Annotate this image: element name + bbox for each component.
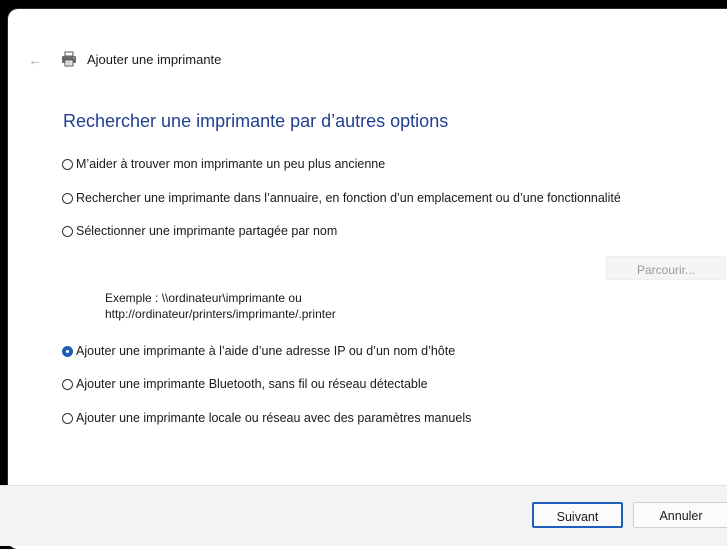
- option-bluetooth-wireless[interactable]: Ajouter une imprimante Bluetooth, sans f…: [62, 375, 428, 393]
- option-ip-address[interactable]: Ajouter une imprimante à l’aide d’une ad…: [62, 342, 455, 360]
- radio-shared-by-name[interactable]: [62, 225, 73, 237]
- option-label: Ajouter une imprimante locale ou réseau …: [76, 411, 472, 425]
- page-heading: Rechercher une imprimante par d’autres o…: [63, 111, 449, 131]
- radio-ip-address[interactable]: [62, 345, 73, 357]
- next-button[interactable]: Suivant: [532, 502, 623, 528]
- dialog-header: ← Ajouter une imprimante: [8, 49, 727, 73]
- example-line-1: Exemple : \\ordinateur\imprimante ou: [105, 291, 302, 305]
- radio-older-printer[interactable]: [62, 158, 73, 170]
- browse-button[interactable]: Parcourir...: [606, 256, 726, 280]
- radio-bluetooth-wireless[interactable]: [62, 378, 73, 390]
- window-title: Ajouter une imprimante: [87, 52, 222, 67]
- radio-search-directory[interactable]: [62, 192, 73, 204]
- option-older-printer[interactable]: M’aider à trouver mon imprimante un peu …: [62, 155, 385, 173]
- option-label: Ajouter une imprimante Bluetooth, sans f…: [76, 377, 428, 391]
- example-text: Exemple : \\ordinateur\imprimante ou htt…: [105, 290, 336, 322]
- radio-local-manual[interactable]: [62, 412, 73, 424]
- option-label: Ajouter une imprimante à l’aide d’une ad…: [76, 344, 456, 358]
- option-label: M’aider à trouver mon imprimante un peu …: [76, 157, 386, 171]
- option-label: Sélectionner une imprimante partagée par…: [76, 224, 338, 238]
- printer-icon: [62, 51, 76, 67]
- option-search-directory[interactable]: Rechercher une imprimante dans l’annuair…: [62, 189, 621, 207]
- arrow-left-icon[interactable]: ←: [28, 51, 42, 69]
- option-shared-by-name[interactable]: Sélectionner une imprimante partagée par…: [62, 222, 337, 240]
- example-line-2: http://ordinateur/printers/imprimante/.p…: [105, 307, 336, 321]
- option-label: Rechercher une imprimante dans l’annuair…: [76, 191, 621, 205]
- option-local-manual[interactable]: Ajouter une imprimante locale ou réseau …: [62, 409, 471, 427]
- add-printer-dialog: ← Ajouter une imprimante Rechercher une …: [8, 9, 727, 549]
- cancel-button[interactable]: Annuler: [633, 502, 727, 528]
